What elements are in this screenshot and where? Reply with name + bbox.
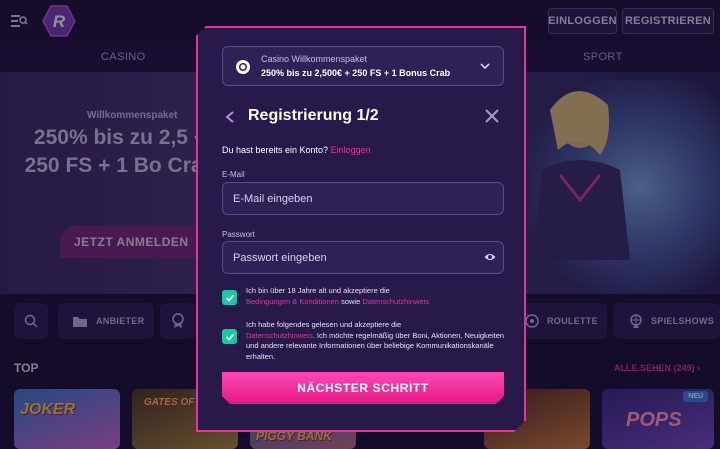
checkmark-icon <box>225 293 235 303</box>
consent1-text: Ich bin über 18 Jahre alt und akzeptiere… <box>246 286 390 295</box>
next-step-button[interactable]: NÄCHSTER SCHRITT <box>222 372 504 404</box>
registration-modal: Casino Willkommenspaket 250% bis zu 2,50… <box>196 26 526 432</box>
modal-title: Registrierung 1/2 <box>248 107 379 124</box>
privacy-link[interactable]: Datenschutzhinweis <box>362 297 429 306</box>
password-label: Passwort <box>222 230 255 239</box>
login-link[interactable]: Einloggen <box>331 145 371 155</box>
chip-icon <box>235 59 251 75</box>
consent2-text: Ich habe folgendes gelesen und akzeptier… <box>246 320 402 329</box>
password-field[interactable] <box>222 241 504 274</box>
email-label: E-Mail <box>222 170 245 179</box>
privacy-link-2[interactable]: Datenschutzhinweis <box>246 331 313 340</box>
has-account-text: Du hast bereits ein Konto? Einloggen <box>222 145 371 155</box>
promo-detail: 250% bis zu 2,500€ + 250 FS + 1 Bonus Cr… <box>261 68 451 78</box>
consent1-mid: sowie <box>341 296 361 306</box>
chevron-down-icon <box>479 60 491 72</box>
age-terms-text: Ich bin über 18 Jahre alt und akzeptiere… <box>246 286 508 307</box>
terms-link[interactable]: Bedingungen & Konditionen <box>246 297 339 306</box>
email-field[interactable] <box>222 182 504 215</box>
close-icon[interactable] <box>484 108 500 124</box>
marketing-consent-text: Ich habe folgendes gelesen und akzeptier… <box>246 320 508 362</box>
promo-title: Casino Willkommenspaket <box>261 54 368 64</box>
marketing-consent-checkbox[interactable] <box>222 329 237 344</box>
eye-icon[interactable] <box>484 252 496 262</box>
back-icon[interactable] <box>224 110 236 124</box>
age-terms-checkbox[interactable] <box>222 290 237 305</box>
has-account-label: Du hast bereits ein Konto? <box>222 145 329 155</box>
welcome-package-dropdown[interactable]: Casino Willkommenspaket 250% bis zu 2,50… <box>222 46 504 86</box>
checkmark-icon <box>225 332 235 342</box>
